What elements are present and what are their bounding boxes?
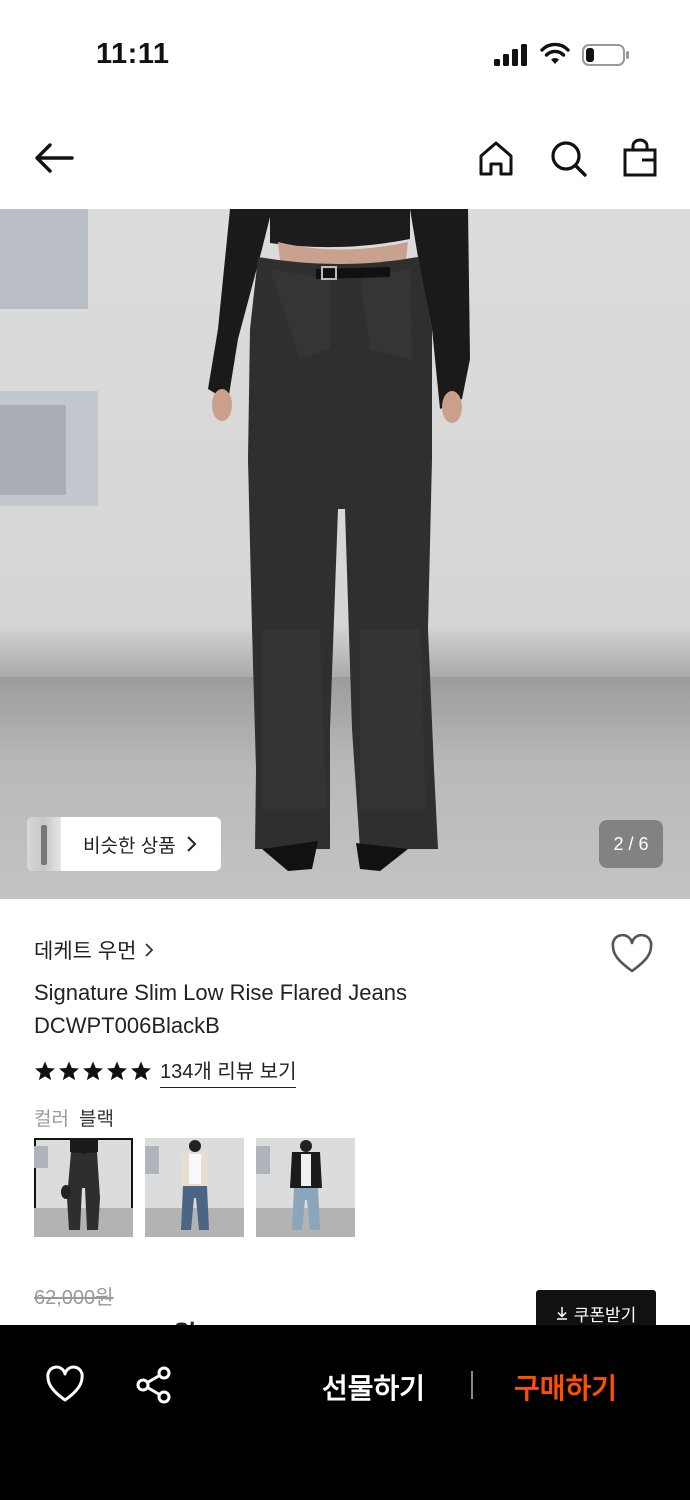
similar-products-button[interactable]: 비슷한 상품 — [27, 817, 221, 871]
color-label: 컬러 — [34, 1109, 69, 1130]
star-icon — [59, 1061, 79, 1081]
battery-icon — [582, 44, 629, 66]
wishlist-heart-icon[interactable] — [610, 934, 654, 974]
star-icon — [35, 1061, 55, 1081]
divider — [471, 1371, 473, 1399]
brand-name: 데케트 우먼 — [34, 940, 137, 963]
color-value: 블랙 — [78, 1109, 114, 1130]
product-title: Signature Slim Low Rise Flared Jeans DCW… — [34, 980, 407, 1038]
original-price: 62,000원 — [34, 1287, 114, 1309]
star-icon — [131, 1061, 151, 1081]
color-option-black[interactable] — [34, 1138, 133, 1237]
color-option-blue[interactable] — [145, 1138, 244, 1237]
buy-button[interactable]: 구매하기 — [514, 1367, 617, 1407]
similar-product-thumbnail — [27, 817, 61, 871]
star-icon — [107, 1061, 127, 1081]
back-arrow-icon[interactable] — [34, 138, 74, 178]
search-icon[interactable] — [548, 138, 588, 178]
shopping-bag-icon[interactable] — [620, 138, 660, 178]
wifi-icon — [540, 42, 570, 64]
star-icon — [83, 1061, 103, 1081]
share-icon[interactable] — [134, 1365, 174, 1405]
similar-products-label: 비슷한 상품 — [83, 835, 176, 857]
gift-button[interactable]: 선물하기 — [322, 1367, 425, 1407]
rating-row: 134개 리뷰 보기 — [34, 1055, 297, 1088]
status-bar: 11:11 — [0, 0, 690, 110]
download-icon — [556, 1307, 567, 1320]
star-rating — [34, 1060, 152, 1082]
cellular-signal-icon — [494, 44, 527, 66]
color-options — [34, 1138, 355, 1237]
image-pager: 2 / 6 — [599, 820, 663, 868]
brand-link[interactable]: 데케트 우먼 — [34, 935, 154, 965]
top-nav — [0, 120, 690, 200]
chevron-right-icon — [145, 943, 154, 957]
color-option-light-blue[interactable] — [256, 1138, 355, 1237]
coupon-label: 쿠폰받기 — [573, 1305, 637, 1325]
review-link[interactable]: 134개 리뷰 보기 — [160, 1055, 297, 1088]
status-time: 11:11 — [96, 38, 170, 70]
product-image-gallery[interactable]: 비슷한 상품 2 / 6 — [0, 209, 690, 899]
color-selector-label: 컬러 블랙 — [34, 1104, 114, 1131]
bottom-action-bar: 선물하기 구매하기 — [0, 1325, 690, 1500]
home-icon[interactable] — [476, 138, 516, 178]
wishlist-heart-icon[interactable] — [45, 1365, 85, 1405]
chevron-right-icon — [186, 836, 197, 852]
product-photo — [208, 209, 470, 871]
